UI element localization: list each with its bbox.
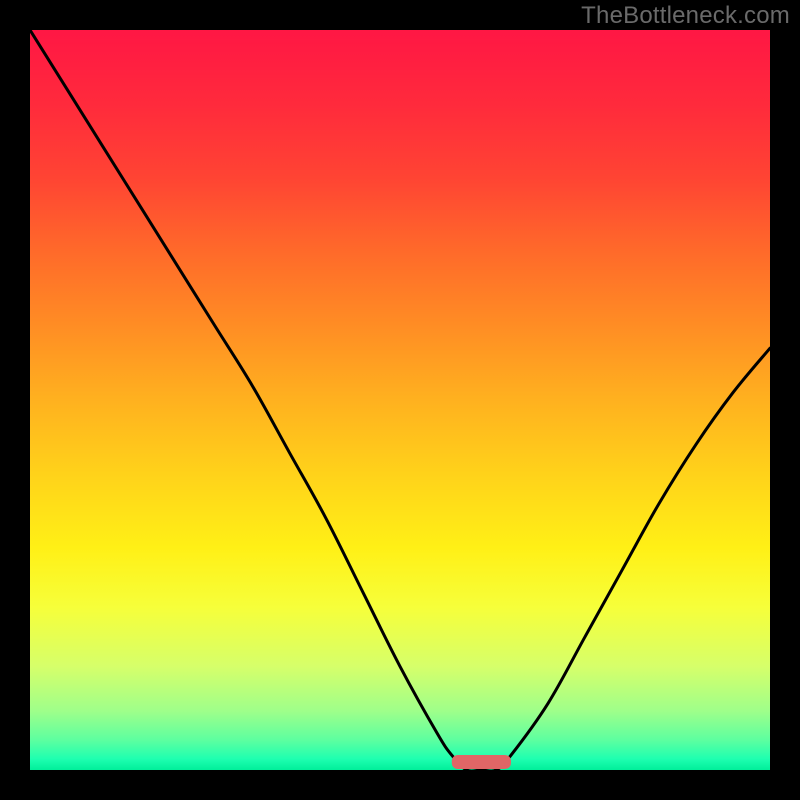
gradient-background [30,30,770,770]
plot-area [30,30,770,770]
optimal-marker [452,755,511,769]
chart-frame: TheBottleneck.com [0,0,800,800]
chart-svg [30,30,770,770]
watermark-text: TheBottleneck.com [581,2,790,30]
